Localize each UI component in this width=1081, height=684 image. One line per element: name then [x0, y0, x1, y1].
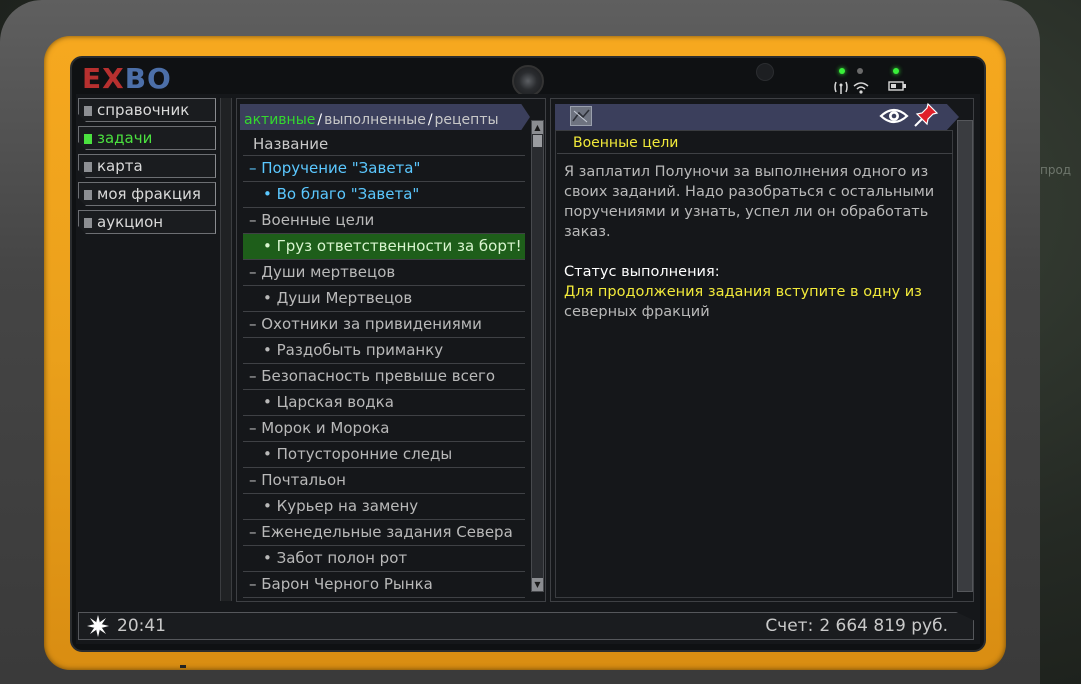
sidebar-item-reference[interactable]: справочник	[78, 98, 216, 122]
task-group-row[interactable]: – Безопасность превыше всего	[243, 364, 525, 390]
logo: EXBO	[82, 62, 172, 96]
task-group-row[interactable]: – Еженедельные задания Севера	[243, 520, 525, 546]
tab-separator: /	[317, 112, 323, 128]
task-group-row[interactable]: – Охотники за привидениями	[243, 312, 525, 338]
status-label: Статус выполнения:	[564, 264, 720, 280]
task-row[interactable]: • Во благо "Завета"	[243, 182, 525, 208]
sidebar-nav: справочник задачи карта моя фракция аукц…	[78, 98, 218, 238]
bullet-icon	[84, 190, 92, 200]
sidebar-item-label: карта	[97, 157, 143, 175]
task-image-icon	[570, 106, 592, 126]
list-column-header: Название	[243, 132, 525, 156]
bullet-icon	[84, 162, 92, 172]
status-rest: северных фракций	[564, 304, 710, 320]
tab-separator: /	[427, 112, 433, 128]
detail-body: Я заплатил Полуночи за выполнения одного…	[564, 162, 944, 322]
task-group-row[interactable]: – Барон Черного Рынка	[243, 572, 525, 598]
background-text: прод	[1040, 163, 1072, 177]
sidebar-item-label: аукцион	[97, 213, 164, 231]
task-row-selected[interactable]: • Груз ответственности за борт!	[243, 234, 525, 260]
sidebar-item-map[interactable]: карта	[78, 154, 216, 178]
game-time: 20:41	[117, 616, 166, 636]
bullet-icon	[84, 106, 92, 116]
sidebar-item-faction[interactable]: моя фракция	[78, 182, 216, 206]
task-group-row[interactable]: – Поручение "Завета"	[243, 156, 525, 182]
tab-recipes[interactable]: рецепты	[435, 112, 499, 128]
camera-lens	[512, 65, 544, 97]
task-group-row[interactable]: – Почтальон	[243, 468, 525, 494]
task-list-scrollbar[interactable]: ▲ ▼	[531, 120, 544, 592]
task-row[interactable]: • Курьер на замену	[243, 494, 525, 520]
sidebar-item-label: моя фракция	[97, 185, 201, 203]
detail-scrollbar[interactable]	[957, 120, 973, 592]
battery-icon	[888, 81, 906, 91]
money-display: Счет: 2 664 819 руб.	[700, 615, 948, 637]
logo-part2: BO	[124, 62, 172, 95]
task-list: Название – Поручение "Завета" • Во благо…	[243, 132, 525, 598]
money-value: 2 664 819 руб.	[819, 616, 948, 636]
led-indicator	[857, 68, 863, 74]
status-highlight: Для продолжения задания вступите в одну …	[564, 284, 922, 300]
map-icon	[572, 109, 590, 123]
led-indicator	[893, 68, 899, 74]
sidebar-item-tasks[interactable]: задачи	[78, 126, 216, 150]
task-row[interactable]: • Раздобыть приманку	[243, 338, 525, 364]
eye-icon[interactable]	[879, 104, 909, 128]
nav-divider	[220, 98, 232, 601]
sidebar-item-auction[interactable]: аукцион	[78, 210, 216, 234]
task-group-row[interactable]: – Морок и Морока	[243, 416, 525, 442]
task-row[interactable]: • Царская водка	[243, 390, 525, 416]
logo-part1: EX	[82, 62, 125, 95]
sidebar-item-label: задачи	[97, 129, 153, 147]
tab-completed[interactable]: выполненные	[324, 112, 426, 128]
tab-active[interactable]: активные	[244, 112, 315, 128]
money-label: Счет:	[765, 616, 814, 636]
scroll-down-icon[interactable]: ▼	[532, 578, 543, 591]
task-group-row[interactable]: – Души мертвецов	[243, 260, 525, 286]
led-indicator	[839, 68, 845, 74]
task-tabs: активные / выполненные / рецепты	[240, 104, 530, 130]
pin-icon[interactable]	[913, 102, 939, 128]
bullet-icon	[84, 218, 92, 228]
scroll-thumb[interactable]	[533, 135, 542, 147]
device-screw	[180, 665, 186, 668]
sun-icon	[87, 615, 109, 637]
sensor	[756, 63, 774, 81]
task-row[interactable]: • Души Мертвецов	[243, 286, 525, 312]
detail-title: Военные цели	[557, 132, 953, 154]
bullet-icon	[84, 134, 92, 144]
scroll-up-icon[interactable]: ▲	[532, 121, 543, 134]
task-row[interactable]: • Забот полон рот	[243, 546, 525, 572]
task-description: Я заплатил Полуночи за выполнения одного…	[564, 164, 935, 240]
task-group-row[interactable]: – Военные цели	[243, 208, 525, 234]
task-row[interactable]: • Потусторонние следы	[243, 442, 525, 468]
sidebar-item-label: справочник	[97, 101, 190, 119]
